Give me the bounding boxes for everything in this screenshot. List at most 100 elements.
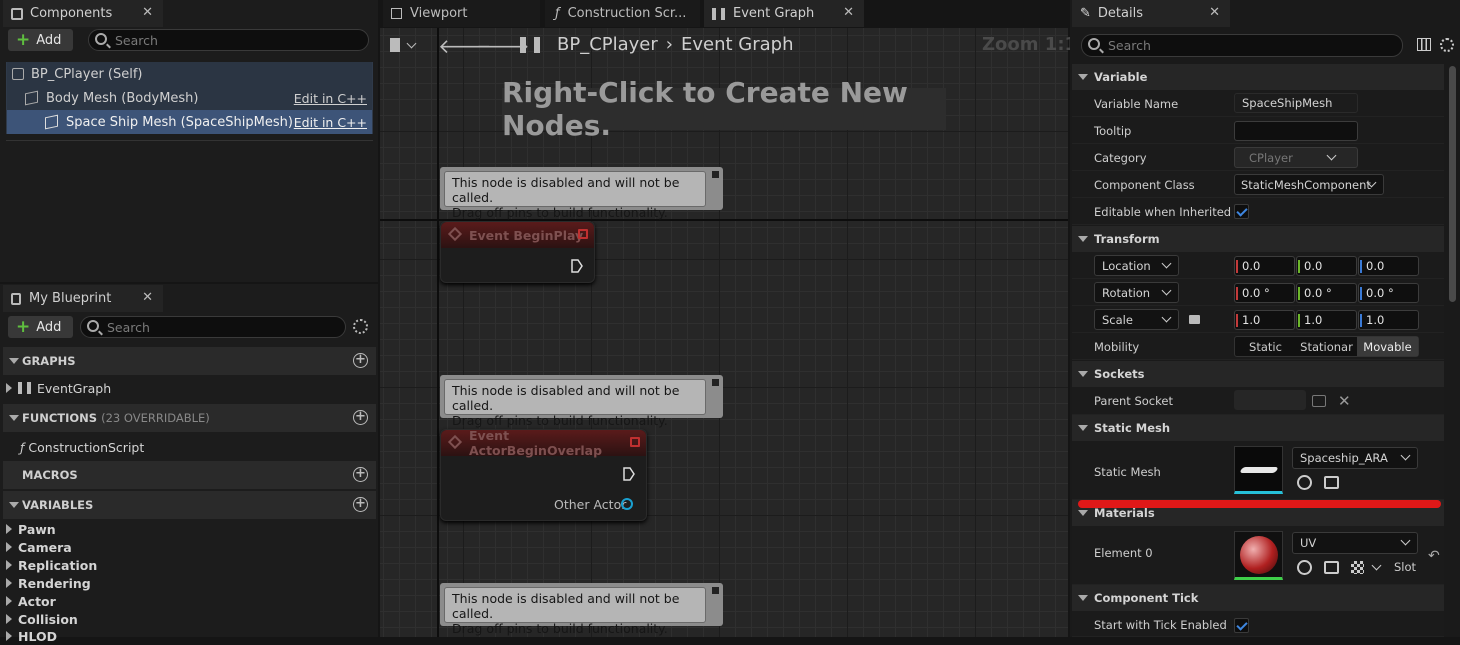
table-view-icon[interactable]	[1417, 38, 1431, 51]
add-macro-icon[interactable]: +	[353, 467, 368, 482]
parent-socket-field[interactable]	[1234, 390, 1306, 410]
blueprint-search-input[interactable]: Search	[80, 316, 346, 338]
material-thumbnail[interactable]	[1234, 531, 1283, 580]
event-beginplay-node[interactable]: Event BeginPlay	[440, 221, 595, 283]
variable-section[interactable]: Variable	[1072, 64, 1444, 90]
static-mesh-thumbnail[interactable]	[1234, 446, 1283, 494]
close-icon[interactable]: ✕	[1209, 5, 1220, 20]
expand-icon	[6, 542, 12, 552]
edit-in-cpp-link[interactable]: Edit in C++	[294, 91, 367, 106]
component-class-dropdown[interactable]: StaticMeshComponent	[1234, 174, 1384, 195]
mobility-static[interactable]: Static	[1235, 337, 1296, 356]
tick-enabled-checkbox[interactable]	[1234, 618, 1249, 633]
macros-section[interactable]: MACROS +	[3, 461, 376, 489]
details-search-input[interactable]: Search	[1081, 34, 1403, 57]
scale-x[interactable]: 1.0	[1234, 310, 1295, 330]
variables-section[interactable]: VARIABLES +	[3, 491, 376, 519]
tooltip-label: Tooltip	[1094, 124, 1132, 138]
components-tab-icon	[11, 7, 23, 20]
rotation-y[interactable]: 0.0 °	[1296, 283, 1357, 303]
location-dropdown[interactable]: Location	[1094, 255, 1179, 276]
scale-z[interactable]: 1.0	[1358, 310, 1419, 330]
browse-icon[interactable]	[1324, 476, 1339, 489]
exec-pin-icon[interactable]	[571, 259, 583, 273]
variable-category[interactable]: Camera	[6, 538, 72, 556]
edit-in-cpp-link[interactable]: Edit in C++	[294, 115, 367, 130]
add-function-icon[interactable]: +	[353, 410, 368, 425]
component-tick-section[interactable]: Component Tick	[1072, 585, 1444, 611]
add-graph-icon[interactable]: +	[353, 353, 368, 368]
texture-icon[interactable]	[1351, 561, 1364, 574]
variable-name-field[interactable]: SpaceShipMesh	[1234, 93, 1358, 113]
rotation-x[interactable]: 0.0 °	[1234, 283, 1295, 303]
event-actorbeginoverlap-node[interactable]: Event ActorBeginOverlap Other Actor	[440, 428, 647, 521]
static-mesh-section[interactable]: Static Mesh	[1072, 415, 1444, 441]
close-icon[interactable]: ✕	[843, 5, 854, 20]
delegate-pin-icon[interactable]	[630, 437, 640, 447]
component-spaceship-mesh[interactable]: Space Ship Mesh (SpaceShipMesh) Edit in …	[7, 110, 372, 134]
delegate-pin-icon[interactable]	[578, 229, 588, 239]
location-z[interactable]: 0.0	[1358, 256, 1419, 276]
components-add-button[interactable]: + Add	[8, 29, 73, 51]
static-mesh-dropdown[interactable]: Spaceship_ARA	[1292, 447, 1418, 469]
browse-icon[interactable]	[1324, 561, 1339, 574]
rotation-dropdown[interactable]: Rotation	[1094, 282, 1179, 303]
components-search-input[interactable]: Search	[88, 29, 369, 51]
bookmark-icon[interactable]	[390, 38, 400, 52]
editable-inherited-checkbox[interactable]	[1234, 204, 1249, 219]
rotation-z[interactable]: 0.0 °	[1358, 283, 1419, 303]
category-dropdown[interactable]: CPlayer	[1234, 147, 1358, 168]
breadcrumb-root[interactable]: BP_CPlayer	[557, 34, 658, 55]
function-icon: ƒ	[555, 6, 560, 21]
tab-event-graph[interactable]: Event Graph ✕	[704, 0, 864, 27]
variable-category[interactable]: Rendering	[6, 574, 91, 592]
plus-icon: +	[16, 317, 31, 337]
chevron-down-icon	[1161, 312, 1172, 323]
graph-item-eventgraph[interactable]: EventGraph	[6, 379, 111, 397]
browse-icon[interactable]	[1312, 395, 1326, 407]
location-y[interactable]: 0.0	[1296, 256, 1357, 276]
variable-category[interactable]: Collision	[6, 610, 78, 628]
reset-arrow-icon[interactable]: ↶	[1428, 548, 1440, 564]
tab-viewport[interactable]: Viewport	[383, 0, 540, 27]
exec-pin-icon[interactable]	[623, 467, 635, 481]
mobility-stationary[interactable]: Stationar	[1296, 337, 1357, 356]
scale-y[interactable]: 1.0	[1296, 310, 1357, 330]
gear-icon[interactable]	[1440, 38, 1454, 52]
pin-icon[interactable]	[712, 587, 719, 594]
transform-section[interactable]: Transform	[1072, 226, 1444, 252]
tab-details[interactable]: ✎ Details ✕	[1072, 0, 1230, 27]
material-dropdown[interactable]: UV	[1292, 532, 1418, 554]
mobility-movable[interactable]: Movable	[1357, 337, 1418, 356]
chevron-down-icon[interactable]	[1371, 560, 1382, 571]
graphs-section[interactable]: GRAPHS +	[3, 347, 376, 375]
object-pin-icon[interactable]	[621, 498, 633, 510]
close-icon[interactable]: ✕	[142, 5, 153, 20]
tab-my-blueprint[interactable]: My Blueprint ✕	[3, 285, 163, 312]
component-root[interactable]: BP_CPlayer (Self)	[7, 62, 372, 86]
pin-icon[interactable]	[712, 379, 719, 386]
close-icon[interactable]: ✕	[142, 290, 153, 305]
sockets-section[interactable]: Sockets	[1072, 361, 1444, 387]
use-selected-icon[interactable]	[1297, 560, 1312, 575]
tab-construction-script[interactable]: ƒ Construction Scr...	[545, 0, 700, 27]
variable-category[interactable]: HLOD	[6, 627, 57, 645]
pin-icon[interactable]	[712, 171, 719, 178]
use-selected-icon[interactable]	[1297, 475, 1312, 490]
functions-section[interactable]: FUNCTIONS (23 OVERRIDABLE) +	[3, 404, 376, 432]
gear-icon[interactable]	[353, 319, 368, 334]
add-variable-icon[interactable]: +	[353, 497, 368, 512]
tooltip-field[interactable]	[1234, 121, 1358, 141]
details-scrollbar[interactable]	[1449, 66, 1456, 302]
variable-category[interactable]: Replication	[6, 556, 97, 574]
clear-icon[interactable]: ✕	[1338, 392, 1351, 410]
scale-dropdown[interactable]: Scale	[1094, 309, 1179, 330]
location-x[interactable]: 0.0	[1234, 256, 1295, 276]
lock-icon[interactable]	[1189, 315, 1200, 324]
tab-components[interactable]: Components ✕	[3, 0, 163, 27]
variable-category[interactable]: Actor	[6, 592, 56, 610]
variable-category[interactable]: Pawn	[6, 520, 56, 538]
blueprint-add-button[interactable]: + Add	[8, 316, 73, 338]
component-body-mesh[interactable]: Body Mesh (BodyMesh) Edit in C++	[7, 86, 372, 110]
function-item-construction[interactable]: ƒ ConstructionScript	[20, 438, 144, 456]
